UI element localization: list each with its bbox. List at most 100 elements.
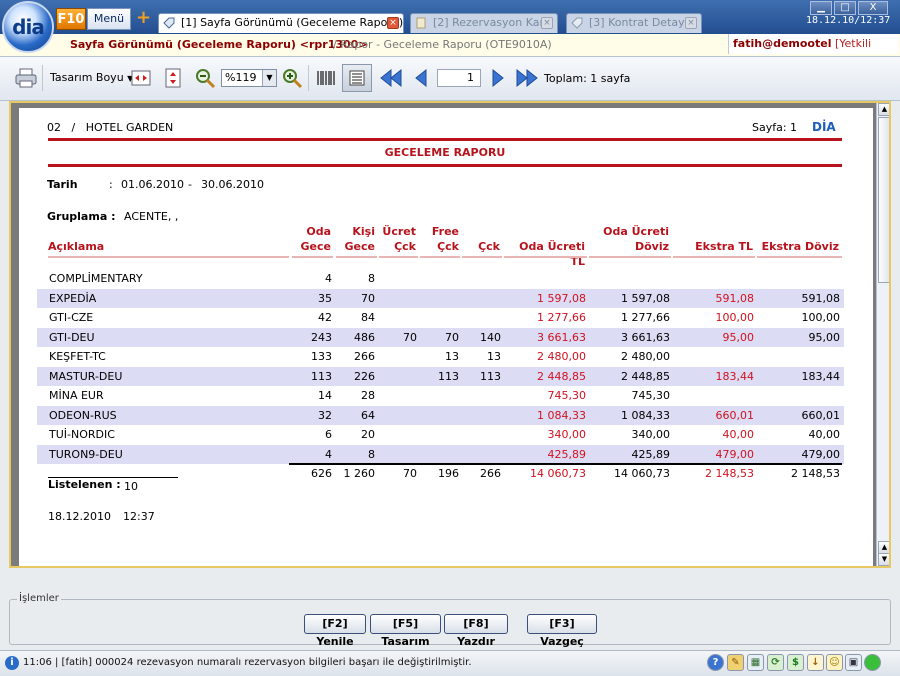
cancel-button[interactable]: [F3] Vazgeç xyxy=(527,614,597,648)
minimize-button[interactable]: ▁ xyxy=(810,1,832,15)
help-icon[interactable]: ? xyxy=(707,654,724,671)
vertical-scrollbar[interactable]: ▲ ▲ ▼ xyxy=(876,103,889,566)
scroll-down-icon[interactable]: ▼ xyxy=(878,553,889,566)
status-message: 11:06 | [fatih] 000024 rezevasyon numara… xyxy=(23,657,472,668)
menu-button[interactable]: Menü xyxy=(87,8,131,30)
refresh-button[interactable]: [F2] Yenile xyxy=(304,614,366,648)
total-paid-child: 70 xyxy=(403,466,417,480)
print-button[interactable]: [F8] Yazdır xyxy=(444,614,508,648)
title-rule xyxy=(48,164,842,167)
design-size-dropdown[interactable]: Tasarım Boyu ▼ xyxy=(50,71,133,84)
row-free-child xyxy=(421,386,463,406)
report-viewport[interactable]: 02 / HOTEL GARDEN Sayfa: 1 DİA GECELEME … xyxy=(9,101,891,568)
row-person-nights: 20 xyxy=(361,428,375,442)
tab-page-view[interactable]: [1] Sayfa Görünümü (Geceleme Raporu) × xyxy=(158,13,404,33)
zoom-out-icon[interactable] xyxy=(194,67,216,89)
barcode-icon[interactable] xyxy=(315,67,337,89)
toolbar-separator xyxy=(308,65,309,91)
zoom-select[interactable]: %119 ▼ xyxy=(221,69,277,87)
design-button[interactable]: [F5] Tasarım xyxy=(370,614,441,648)
download-icon[interactable]: ↓ xyxy=(807,654,824,671)
row-name: COMPLİMENTARY xyxy=(49,272,143,286)
close-window-button[interactable]: X xyxy=(858,1,888,15)
last-page-icon[interactable] xyxy=(515,67,539,89)
row-person-nights: 8 xyxy=(336,444,379,464)
zoom-in-icon[interactable] xyxy=(281,67,303,89)
row-child xyxy=(463,308,505,328)
first-page-icon[interactable] xyxy=(379,67,403,89)
col-header-line: Gece xyxy=(300,240,331,253)
chevron-down-icon[interactable]: ▼ xyxy=(262,70,276,86)
fit-height-icon[interactable] xyxy=(163,67,183,89)
print-date: 18.12.2010 xyxy=(48,510,111,523)
maximize-button[interactable]: □ xyxy=(834,1,856,15)
tools-icon[interactable]: ✎ xyxy=(727,654,744,671)
row-extra-fx: 660,01 xyxy=(758,405,844,425)
printer-icon[interactable] xyxy=(14,67,38,89)
row-room-fee-tl: 2 448,85 xyxy=(505,366,590,386)
table-row: TUİ-NORDIC 6 20 340,00 340,00 40,00 40,00 xyxy=(37,425,844,445)
col-header-free-child: Free Çck xyxy=(419,224,459,254)
row-paid-child xyxy=(379,269,421,289)
row-child xyxy=(463,444,505,464)
col-header-person-nights: Kişi Gece xyxy=(336,224,375,254)
total-free-child: 196 xyxy=(438,466,459,480)
close-tab-icon[interactable]: × xyxy=(387,17,399,29)
smiley-icon[interactable]: ☺ xyxy=(826,654,843,671)
row-room-fee-tl: 425,89 xyxy=(505,444,590,464)
row-room-nights: 6 xyxy=(325,428,332,442)
row-child xyxy=(463,269,505,289)
date-end: 30.06.2010 xyxy=(201,178,264,191)
row-name: KEŞFET-TC xyxy=(49,350,106,364)
next-page-icon[interactable] xyxy=(490,67,506,89)
total-child: 266 xyxy=(480,466,501,480)
new-tab-plus-icon[interactable]: + xyxy=(136,8,152,28)
previous-page-icon[interactable] xyxy=(413,67,429,89)
group-label: Gruplama : xyxy=(47,210,116,223)
f10-button[interactable]: F10 xyxy=(56,8,86,30)
user-name: fatih@demootel xyxy=(733,37,832,50)
hotel-separator: / xyxy=(71,121,76,134)
row-child: 13 xyxy=(487,350,501,364)
zoom-value: %119 xyxy=(225,71,257,84)
close-tab-icon[interactable]: × xyxy=(541,17,553,29)
row-free-child xyxy=(421,405,463,425)
totals-row: 626 1 260 70 196 266 14 060,73 14 060,73… xyxy=(292,463,844,483)
document-icon xyxy=(416,17,426,29)
row-room-fee-tl: 1 277,66 xyxy=(537,311,586,325)
row-room-fee-fx xyxy=(590,269,674,289)
online-status-icon xyxy=(864,654,881,671)
report-title: GECELEME RAPORU xyxy=(384,146,506,159)
scroll-up-icon[interactable]: ▲ xyxy=(878,103,889,116)
row-person-nights: 64 xyxy=(336,405,379,425)
row-name: MASTUR-DEU xyxy=(37,366,292,386)
total-pages: Toplam: 1 sayfa xyxy=(544,72,631,85)
date-label: Tarih xyxy=(47,178,78,191)
row-child: 113 xyxy=(463,366,505,386)
dia-brand: DİA xyxy=(812,120,836,134)
row-name: TUİ-NORDIC xyxy=(49,428,115,442)
lock-icon[interactable]: ▣ xyxy=(845,654,862,671)
dia-logo[interactable]: dia xyxy=(2,1,54,53)
col-header-line: Gece xyxy=(344,240,375,253)
scroll-thumb[interactable] xyxy=(878,117,889,283)
single-page-view-button[interactable] xyxy=(342,64,372,92)
exchange-icon[interactable]: ⟳ xyxy=(767,654,784,671)
row-room-fee-fx: 745,30 xyxy=(631,389,671,403)
close-tab-icon[interactable]: × xyxy=(685,17,697,29)
total-person-nights: 1 260 xyxy=(343,466,376,480)
row-room-fee-fx: 3 661,63 xyxy=(590,327,674,347)
fit-width-icon[interactable] xyxy=(131,67,151,89)
row-room-nights: 35 xyxy=(292,288,336,308)
tab-contract-detail[interactable]: [3] Kontrat Detayı × xyxy=(566,13,702,33)
page-number-input[interactable]: 1 xyxy=(437,69,481,87)
row-name: TURON9-DEU xyxy=(37,444,292,464)
actions-panel-label: İşlemler xyxy=(17,593,61,604)
currency-icon[interactable]: $ xyxy=(787,654,804,671)
row-room-fee-tl: 745,30 xyxy=(547,389,587,403)
tab-label: [1] Sayfa Görünümü (Geceleme Raporu) xyxy=(181,16,404,29)
row-paid-child xyxy=(379,386,421,406)
calculator-icon[interactable]: ▦ xyxy=(747,654,764,671)
table-row: GTI-DEU 243 486 70 70 140 3 661,63 3 661,63 95,0… xyxy=(37,327,844,347)
tab-reservation-card[interactable]: [2] Rezervasyon Kartı × xyxy=(410,13,558,33)
